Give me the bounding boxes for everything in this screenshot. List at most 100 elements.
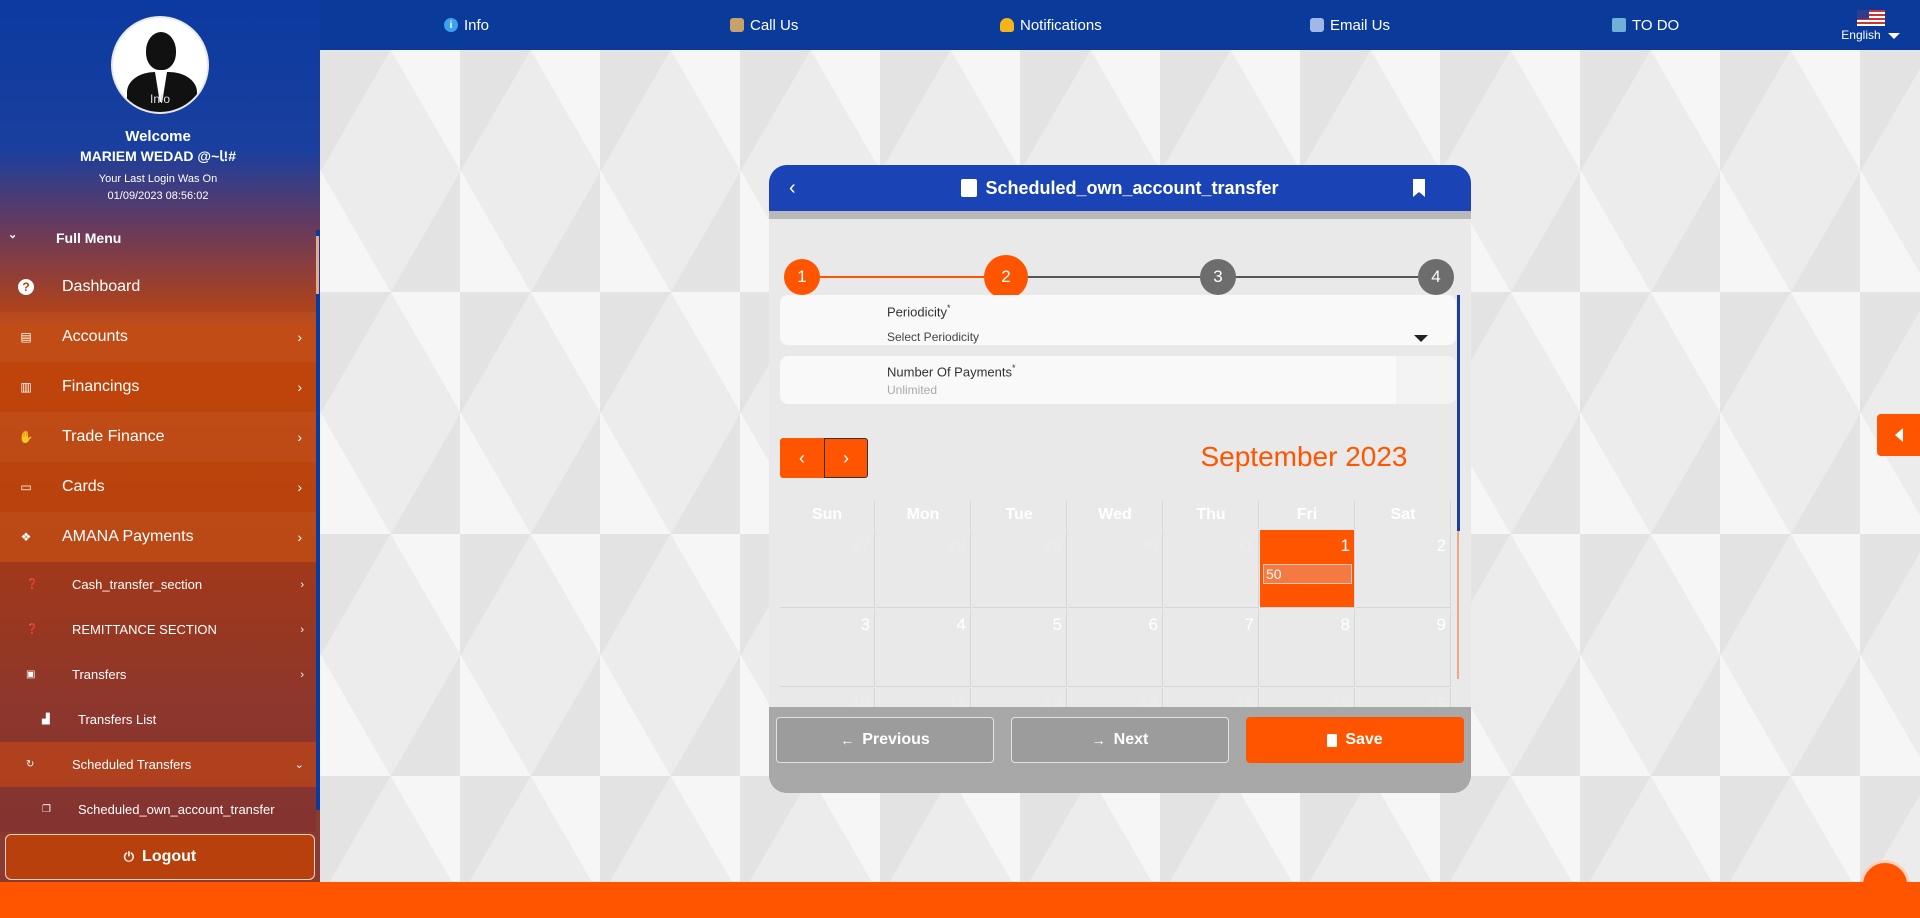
sidebar-subitem-transfers-list[interactable]: ▟ Transfers List	[0, 697, 316, 742]
calendar-day[interactable]: 11	[876, 688, 971, 707]
modal-title: Scheduled_own_account_transfer	[961, 178, 1279, 199]
calendar-next-button[interactable]: ›	[824, 438, 868, 478]
calendar-day[interactable]: 16	[1356, 688, 1451, 707]
modal-content: Periodicity* Select Periodicity Number O…	[769, 219, 1471, 707]
periodicity-select[interactable]: Periodicity* Select Periodicity	[780, 295, 1456, 345]
calendar-day[interactable]: 31	[1164, 530, 1259, 608]
calendar-day[interactable]: 7	[1164, 609, 1259, 687]
transfer-icon: ▣	[26, 669, 36, 680]
periodicity-value: Select Periodicity	[887, 330, 980, 344]
calendar-day[interactable]: 28	[876, 530, 971, 608]
calendar-month-title: September 2023	[1200, 441, 1408, 472]
sidebar-item-trade-finance[interactable]: ✋ Trade Finance ›	[0, 412, 316, 462]
caret-left-icon	[1894, 428, 1903, 442]
sidebar-edge	[316, 230, 320, 810]
calendar-day[interactable]: 3	[780, 609, 875, 687]
calendar-day[interactable]: 4	[876, 609, 971, 687]
weekday-fri: Fri	[1260, 501, 1355, 529]
copy-icon	[961, 179, 978, 197]
chevron-right-icon: ›	[300, 668, 304, 681]
calendar-day[interactable]: 15	[1260, 688, 1355, 707]
logout-icon: ⏻	[123, 849, 135, 864]
nav-email-us[interactable]: Email Us	[1310, 0, 1390, 50]
payments-placeholder: Unlimited	[887, 383, 938, 397]
calendar-day[interactable]: 8	[1260, 609, 1355, 687]
footer-bar	[0, 882, 1920, 918]
sidebar-item-accounts[interactable]: ▤ Accounts ›	[0, 312, 316, 362]
sidebar-scrollbar[interactable]	[316, 236, 319, 294]
avatar[interactable]: Info	[111, 16, 209, 114]
sidebar-subitem-cash-transfer[interactable]: ❓ Cash_transfer_section ›	[0, 562, 316, 607]
calendar-day[interactable]: 2	[1356, 530, 1451, 608]
modal-footer: ← Previous → Next Save	[769, 707, 1471, 793]
refresh-icon: ↻	[26, 759, 35, 770]
chevron-down-icon: ⌄	[8, 229, 18, 241]
last-login-label: Your Last Login Was On	[98, 173, 218, 185]
calendar-day[interactable]: 6	[1068, 609, 1163, 687]
calendar-day[interactable]: 14	[1164, 688, 1259, 707]
modal-scrollbar[interactable]	[1457, 295, 1460, 531]
calendar-day[interactable]: 12	[972, 688, 1067, 707]
chevron-down-icon	[1888, 32, 1900, 39]
calendar-day[interactable]: 9	[1356, 609, 1451, 687]
calendar-day[interactable]: 10	[780, 688, 875, 707]
bell-icon	[1000, 18, 1014, 32]
calendar-weekday-header: Sun Mon Tue Wed Thu Fri Sat	[780, 501, 1451, 529]
save-button[interactable]: Save	[1246, 717, 1464, 763]
sidebar-item-financings[interactable]: ▥ Financings ›	[0, 362, 316, 412]
sidebar: Info Welcome MARIEM WEDAD @~ﺎ!# Your Las…	[0, 0, 320, 882]
avatar-label: Info	[149, 92, 170, 106]
weekday-mon: Mon	[876, 501, 971, 529]
calendar-day[interactable]: 13	[1068, 688, 1163, 707]
calendar-day[interactable]: 27	[780, 530, 875, 608]
nav-call-us[interactable]: Call Us	[730, 0, 798, 50]
username: MARIEM WEDAD @~ﺎ!#	[80, 148, 236, 164]
language-selector[interactable]: English	[1841, 10, 1900, 42]
sidebar-subitem-remittance[interactable]: ❓ REMITTANCE SECTION ›	[0, 607, 316, 652]
side-panel-toggle[interactable]	[1877, 414, 1920, 456]
calendar-day[interactable]: 30	[1068, 530, 1163, 608]
todo-icon	[1612, 18, 1626, 32]
back-icon[interactable]: ‹	[789, 177, 796, 200]
calendar-prev-button[interactable]: ‹	[780, 438, 824, 478]
next-button[interactable]: → Next	[1011, 717, 1229, 763]
calendar-day[interactable]: 5	[972, 609, 1067, 687]
payments-label: Number Of Payments*	[887, 363, 1016, 380]
sidebar-item-amana-payments[interactable]: ❖ AMANA Payments ›	[0, 512, 316, 562]
sidebar-item-cards[interactable]: ▭ Cards ›	[0, 462, 316, 512]
arrow-left-icon: ←	[840, 732, 855, 748]
modal-header: ‹ Scheduled_own_account_transfer	[769, 165, 1471, 211]
number-of-payments-input[interactable]: Number Of Payments* Unlimited	[780, 356, 1456, 404]
previous-button[interactable]: ← Previous	[776, 717, 994, 763]
copy-icon: ❐	[42, 804, 51, 815]
welcome-text: Welcome	[125, 128, 191, 145]
handshake-icon: ✋	[18, 430, 34, 444]
question-icon: ❓	[26, 624, 39, 635]
calendar-day[interactable]: 29	[972, 530, 1067, 608]
arrow-right-icon: →	[1091, 732, 1106, 748]
nav-info[interactable]: i Info	[444, 0, 489, 50]
chevron-right-icon: ›	[297, 429, 302, 445]
weekday-sun: Sun	[780, 501, 875, 529]
modal-subheader	[769, 211, 1471, 219]
avatar-head	[146, 32, 176, 70]
document-icon	[1327, 733, 1338, 747]
full-menu-toggle[interactable]: ⌄ Full Menu	[0, 228, 316, 250]
sidebar-item-dashboard[interactable]: ? Dashboard	[0, 262, 316, 312]
sidebar-subitem-scheduled-transfers[interactable]: ↻ Scheduled Transfers ⌄	[0, 742, 316, 787]
sidebar-subitem-transfers[interactable]: ▣ Transfers ›	[0, 652, 316, 697]
logout-button[interactable]: ⏻ Logout	[5, 834, 315, 880]
calendar-day-selected[interactable]: 1 50	[1260, 530, 1355, 608]
nav-notifications[interactable]: Notifications	[1000, 0, 1102, 50]
stepper-control[interactable]	[1396, 356, 1456, 404]
calendar-day-number: 1	[1340, 536, 1350, 555]
info-icon: i	[444, 18, 458, 32]
question-icon: ❓	[26, 579, 39, 590]
weekday-thu: Thu	[1164, 501, 1259, 529]
bookmark-icon[interactable]	[1413, 179, 1425, 197]
nav-todo[interactable]: TO DO	[1612, 0, 1679, 50]
calendar-event-amount[interactable]: 50	[1263, 564, 1352, 584]
weekday-tue: Tue	[972, 501, 1067, 529]
sidebar-subitem-scheduled-own-account[interactable]: ❐ Scheduled_own_account_transfer	[0, 787, 316, 832]
weekday-wed: Wed	[1068, 501, 1163, 529]
